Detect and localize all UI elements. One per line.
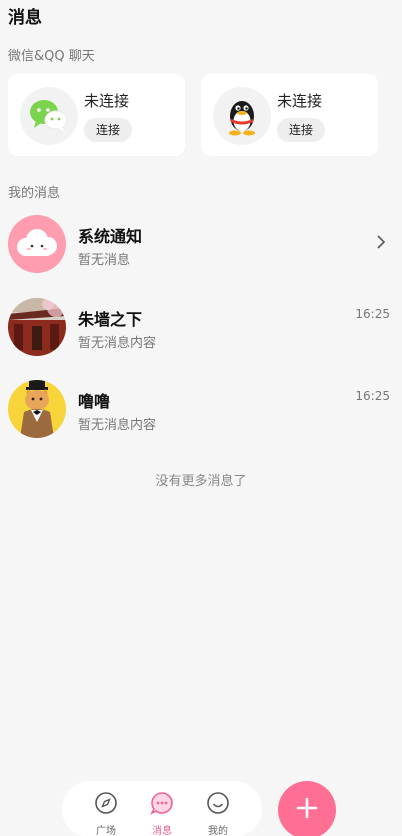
message-preview: 暂无消息内容 [78, 418, 157, 433]
qq-connect-button[interactable]: 连接 [277, 118, 325, 142]
add-button[interactable] [278, 781, 336, 836]
message-preview: 暂无消息内容 [78, 336, 157, 351]
qq-status: 未连接 [277, 92, 323, 110]
compass-icon [94, 792, 118, 819]
tab-label: 消息 [152, 826, 172, 836]
tab-messages[interactable]: 消息 [137, 791, 187, 836]
bottom-tab-bar: 广场 消息 我的 [62, 781, 262, 836]
cloud-avatar-icon [8, 215, 66, 273]
cat-avatar [8, 380, 66, 438]
message-name: 系统通知 [78, 227, 143, 246]
smile-icon [206, 792, 230, 819]
tab-label: 我的 [208, 826, 228, 836]
red-wall-avatar [8, 298, 66, 356]
qq-card[interactable]: 未连接 连接 [201, 74, 378, 156]
message-item-system[interactable]: 系统通知 暂无消息 [0, 215, 402, 279]
tab-square[interactable]: 广场 [81, 791, 131, 836]
message-name: 噜噜 [78, 392, 111, 411]
message-name: 朱墙之下 [78, 310, 143, 329]
plus-icon [296, 797, 318, 823]
message-item-lulu[interactable]: 噜噜 暂无消息内容 16:25 [0, 380, 402, 444]
wechat-connect-button[interactable]: 连接 [84, 118, 132, 142]
section-label-accounts: 微信&QQ 聊天 [8, 49, 95, 64]
wechat-status: 未连接 [84, 92, 130, 110]
chat-bubble-icon [150, 792, 174, 819]
end-of-list-note: 没有更多消息了 [155, 474, 247, 489]
tab-label: 广场 [96, 826, 116, 836]
message-preview: 暂无消息 [78, 253, 131, 268]
message-time: 16:25 [355, 307, 390, 321]
message-time: 16:25 [355, 389, 390, 403]
wechat-card[interactable]: 未连接 连接 [8, 74, 185, 156]
chevron-right-icon [376, 234, 386, 254]
section-label-messages: 我的消息 [8, 186, 61, 201]
message-item-red-wall[interactable]: 朱墙之下 暂无消息内容 16:25 [0, 298, 402, 362]
qq-icon [213, 87, 271, 145]
wechat-icon [20, 87, 78, 145]
tab-mine[interactable]: 我的 [193, 791, 243, 836]
page-title: 消息 [8, 8, 42, 28]
